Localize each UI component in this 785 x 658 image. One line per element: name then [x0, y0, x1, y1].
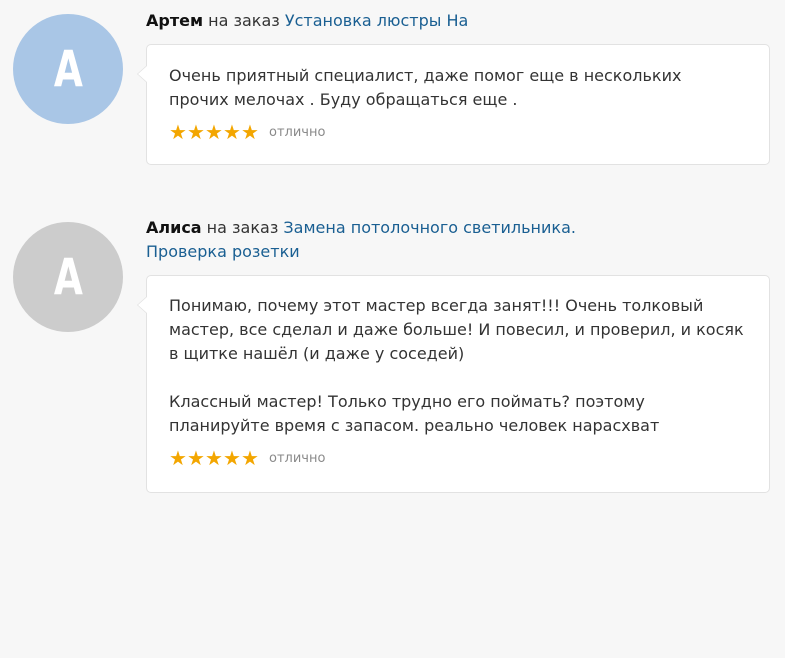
review-header: Алиса на заказ Замена потолочного светил…	[146, 216, 765, 264]
order-link[interactable]: Установка люстры На	[285, 11, 468, 30]
rating: ★ ★ ★ ★ ★ отлично	[169, 122, 747, 142]
star-icon: ★	[223, 446, 241, 470]
review-text: Понимаю, почему этот мастер всегда занят…	[169, 296, 744, 435]
star-icon: ★	[223, 120, 241, 144]
star-icon: ★	[205, 120, 223, 144]
rating-label: отлично	[269, 450, 326, 466]
avatar-letter: А	[53, 40, 83, 98]
star-rating: ★ ★ ★ ★ ★	[169, 122, 259, 142]
order-connector: на заказ	[201, 218, 284, 237]
star-icon: ★	[241, 446, 259, 470]
review-author: Артем	[146, 11, 204, 30]
avatar: А	[13, 222, 123, 332]
review-bubble: Понимаю, почему этот мастер всегда занят…	[137, 275, 770, 493]
star-icon: ★	[187, 120, 205, 144]
order-connector: на заказ	[203, 11, 285, 30]
order-link[interactable]: Замена потолочного светильника.	[283, 218, 576, 237]
star-icon: ★	[169, 120, 187, 144]
order-link-continued[interactable]: Проверка розетки	[146, 242, 300, 261]
star-icon: ★	[169, 446, 187, 470]
reviews-page: А Артем на заказ Установка люстры На Оче…	[0, 0, 785, 658]
rating-label: отлично	[269, 124, 326, 140]
star-rating: ★ ★ ★ ★ ★	[169, 448, 259, 468]
star-icon: ★	[187, 446, 205, 470]
star-icon: ★	[205, 446, 223, 470]
rating: ★ ★ ★ ★ ★ отлично	[169, 448, 747, 468]
review-author: Алиса	[146, 218, 202, 237]
avatar-letter: А	[53, 248, 83, 306]
review-header: Артем на заказ Установка люстры На	[146, 9, 765, 33]
review-bubble: Очень приятный специалист, даже помог ещ…	[137, 44, 770, 165]
avatar: А	[13, 14, 123, 124]
star-icon: ★	[241, 120, 259, 144]
review-text: Очень приятный специалист, даже помог ещ…	[169, 66, 682, 109]
